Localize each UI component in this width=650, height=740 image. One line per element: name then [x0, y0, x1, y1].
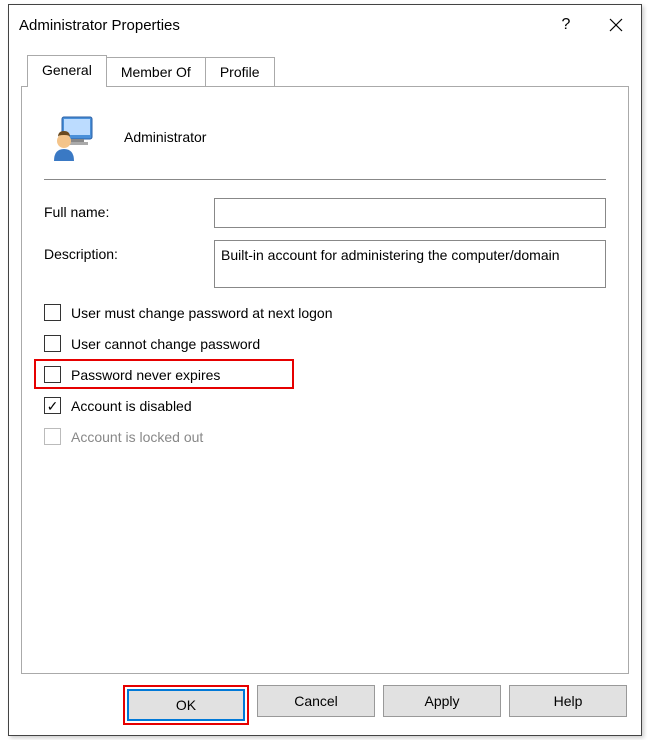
checkbox-box: [44, 366, 61, 383]
checkbox-password-never-expires[interactable]: Password never expires: [44, 364, 606, 385]
window-title: Administrator Properties: [19, 17, 541, 34]
checkbox-box: [44, 335, 61, 352]
checkbox-label: Account is locked out: [71, 429, 203, 445]
checkbox-box: [44, 397, 61, 414]
description-row: Description: Built-in account for admini…: [44, 240, 606, 288]
help-icon[interactable]: ?: [541, 5, 591, 45]
fullname-row: Full name:: [44, 198, 606, 228]
titlebar: Administrator Properties ?: [9, 5, 641, 45]
checkbox-group: User must change password at next logon …: [44, 302, 606, 447]
checkbox-label: Password never expires: [71, 367, 220, 383]
checkbox-label: User must change password at next logon: [71, 305, 332, 321]
fullname-label: Full name:: [44, 198, 214, 220]
description-label: Description:: [44, 240, 214, 262]
user-display-name: Administrator: [124, 129, 206, 145]
help-button[interactable]: Help: [509, 685, 627, 717]
checkbox-cannot-change-password[interactable]: User cannot change password: [44, 333, 606, 354]
dialog-button-row: OK Cancel Apply Help: [9, 685, 641, 725]
tab-panel-general: Administrator Full name: Description: Bu…: [21, 86, 629, 674]
checkbox-label: User cannot change password: [71, 336, 260, 352]
checkbox-label: Account is disabled: [71, 398, 192, 414]
tab-member-of-label: Member Of: [121, 64, 191, 80]
tab-profile-label: Profile: [220, 64, 260, 80]
checkbox-box: [44, 428, 61, 445]
close-icon[interactable]: [591, 5, 641, 45]
description-input[interactable]: Built-in account for administering the c…: [214, 240, 606, 288]
annotation-highlight: OK: [123, 685, 249, 725]
properties-dialog: Administrator Properties ? General Membe…: [8, 4, 642, 736]
tabstrip: General Member Of Profile: [9, 45, 641, 86]
fullname-input[interactable]: [214, 198, 606, 228]
apply-button[interactable]: Apply: [383, 685, 501, 717]
ok-button[interactable]: OK: [127, 689, 245, 721]
tab-profile[interactable]: Profile: [205, 57, 275, 86]
checkbox-must-change-password[interactable]: User must change password at next logon: [44, 302, 606, 323]
tab-general[interactable]: General: [27, 55, 107, 87]
tab-general-label: General: [42, 62, 92, 78]
checkbox-account-locked-out: Account is locked out: [44, 426, 606, 447]
user-account-icon: [48, 111, 100, 163]
tab-member-of[interactable]: Member Of: [106, 57, 206, 86]
divider: [44, 179, 606, 180]
checkbox-account-disabled[interactable]: Account is disabled: [44, 395, 606, 416]
user-header-row: Administrator: [44, 107, 606, 173]
checkbox-box: [44, 304, 61, 321]
cancel-button[interactable]: Cancel: [257, 685, 375, 717]
